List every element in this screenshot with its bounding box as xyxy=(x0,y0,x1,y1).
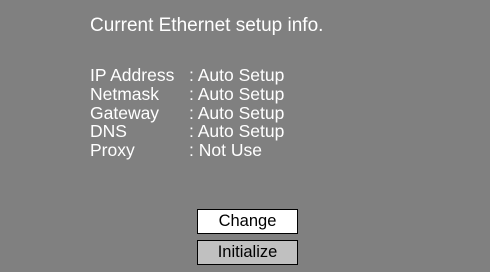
proxy-label: Proxy xyxy=(90,140,135,161)
ip-address-value: : Auto Setup xyxy=(189,65,285,85)
netmask-value: : Auto Setup xyxy=(189,83,285,104)
page-title: Current Ethernet setup info. xyxy=(90,15,324,36)
screen: Current Ethernet setup info. IP Address … xyxy=(0,0,490,280)
change-button[interactable]: Change xyxy=(197,209,298,234)
gateway-label: Gateway xyxy=(90,102,160,123)
ip-address-label: IP Address xyxy=(90,65,175,85)
dns-value: : Auto Setup xyxy=(189,121,285,142)
dns-label: DNS xyxy=(90,121,127,142)
gateway-value: : Auto Setup xyxy=(189,102,285,123)
netmask-label: Netmask xyxy=(90,83,160,104)
initialize-button[interactable]: Initialize xyxy=(197,240,298,265)
ethernet-setup-panel: Current Ethernet setup info. IP Address … xyxy=(0,0,490,272)
proxy-value: : Not Use xyxy=(189,140,262,161)
